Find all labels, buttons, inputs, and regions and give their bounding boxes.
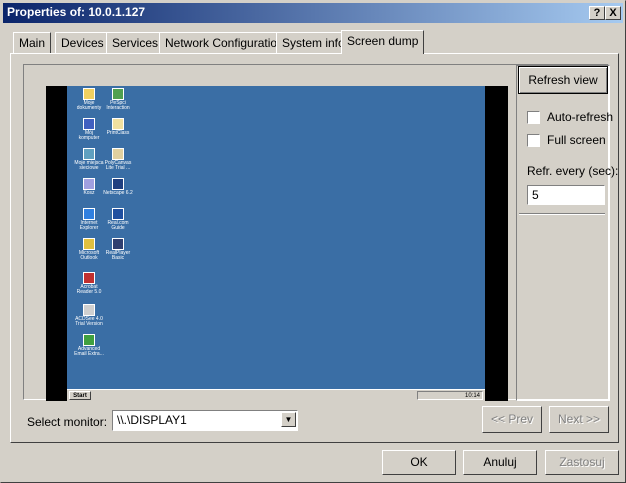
tab-system-info[interactable]: System info [276,32,351,53]
help-button[interactable]: ? [589,6,605,20]
close-button[interactable]: X [605,6,621,20]
desktop-icon-label: Moje miejsca sieciowe [74,160,104,171]
desktop-icon-label: RealPlayer Basic [105,250,131,261]
properties-dialog: Properties of: 10.0.1.127 ? X Main Devic… [0,0,626,483]
remote-screen-preview: Start 10:14 Moje dokumenty PeSpci Interac… [46,86,508,401]
desktop-icon-label: Advanced Email Extra... [74,346,104,357]
prev-monitor-button[interactable]: << Prev [482,406,542,433]
monitor-select-value: \\.\DISPLAY1 [117,413,187,427]
desktop-icon: ACDSee 4.0 Trial Version [74,304,104,327]
refresh-view-button[interactable]: Refresh view [518,66,608,94]
ok-button[interactable]: OK [382,450,456,475]
remote-start-button: Start [69,391,91,400]
recycle-bin-icon [83,178,95,190]
desktop-icon: Acrobat Reader 5.0 [74,272,104,295]
desktop-icon: Netscape 6.2 [103,178,133,196]
full-screen-checkbox[interactable] [527,134,540,147]
sidebar-divider [519,213,605,215]
desktop-icon: Advanced Email Extra... [74,334,104,357]
full-screen-label: Full screen [547,133,606,147]
ie-icon [83,208,95,220]
tab-devices[interactable]: Devices [55,32,110,53]
refresh-interval-label: Refr. every (sec): [527,164,619,178]
desktop-icon: PolyCanvas Lite Trial ... [103,148,133,171]
canvas-icon [112,148,124,160]
desktop-icon-label: Kosz [83,190,95,196]
tab-main[interactable]: Main [13,32,52,53]
desktop-icon-label: Microsoft Outlook [78,250,100,261]
folder-icon [83,88,95,100]
network-icon [83,148,95,160]
apply-button[interactable]: Zastosuj [545,450,619,475]
desktop-icon: Kosz [74,178,104,196]
desktop-icon: Microsoft Outlook [74,238,104,261]
title-bar[interactable]: Properties of: 10.0.1.127 ? X [3,3,623,23]
remote-tray-clock: 10:14 [417,391,483,400]
desktop-icon: Moje dokumenty [74,88,104,111]
remote-desktop: Start 10:14 Moje dokumenty PeSpci Interac… [67,86,485,401]
tab-services[interactable]: Services [106,32,165,53]
desktop-icon: Internet Explorer [74,208,104,231]
desktop-icon-label: Netscape 6.2 [103,190,133,196]
computer-icon [83,118,95,130]
email-icon [83,334,95,346]
window-title: Properties of: 10.0.1.127 [7,5,146,19]
auto-refresh-checkbox[interactable] [527,111,540,124]
select-monitor-label: Select monitor: [27,415,108,429]
outlook-icon [83,238,95,250]
acdsee-icon [83,304,95,316]
auto-refresh-label: Auto-refresh [547,110,614,124]
desktop-icon-label: Moje dokumenty [76,100,102,111]
desktop-icon-label: PrintClass [106,130,130,136]
screen-dump-controls: Refresh view Auto-refresh Full screen Re… [516,65,618,401]
tab-network-configuration[interactable]: Network Configuration [159,32,290,53]
desktop-icon: Mój komputer [74,118,104,141]
desktop-icon: RealPlayer Basic [103,238,133,261]
desktop-icon: Moje miejsca sieciowe [74,148,104,171]
realplayer-icon [112,238,124,250]
desktop-icon-label: Internet Explorer [79,220,99,231]
desktop-icon-label: Real.com Guide [107,220,129,231]
printer-icon [112,118,124,130]
refresh-interval-input[interactable]: 5 [527,185,605,205]
next-monitor-button[interactable]: Next >> [549,406,609,433]
acrobat-icon [83,272,95,284]
desktop-icon: PeSpci Interaction [103,88,133,111]
real-icon [112,208,124,220]
screen-dump-group: Start 10:14 Moje dokumenty PeSpci Interac… [23,64,618,401]
desktop-icon-label: PeSpci Interaction [106,100,130,111]
desktop-icon-label: Mój komputer [78,130,100,141]
desktop-icon-label: PolyCanvas Lite Trial ... [104,160,132,171]
desktop-icon: Real.com Guide [103,208,133,231]
desktop-icon: PrintClass [103,118,133,136]
program-icon [112,88,124,100]
screen-dump-panel: Start 10:14 Moje dokumenty PeSpci Interac… [10,53,619,443]
remote-taskbar: Start 10:14 [67,389,485,401]
monitor-select[interactable]: \\.\DISPLAY1 ▼ [112,410,298,431]
desktop-icon-label: ACDSee 4.0 Trial Version [75,316,103,327]
tab-screen-dump[interactable]: Screen dump [341,30,425,54]
desktop-icon-label: Acrobat Reader 5.0 [76,284,102,295]
cancel-button[interactable]: Anuluj [463,450,537,475]
chevron-down-icon[interactable]: ▼ [281,412,296,427]
netscape-icon [112,178,124,190]
